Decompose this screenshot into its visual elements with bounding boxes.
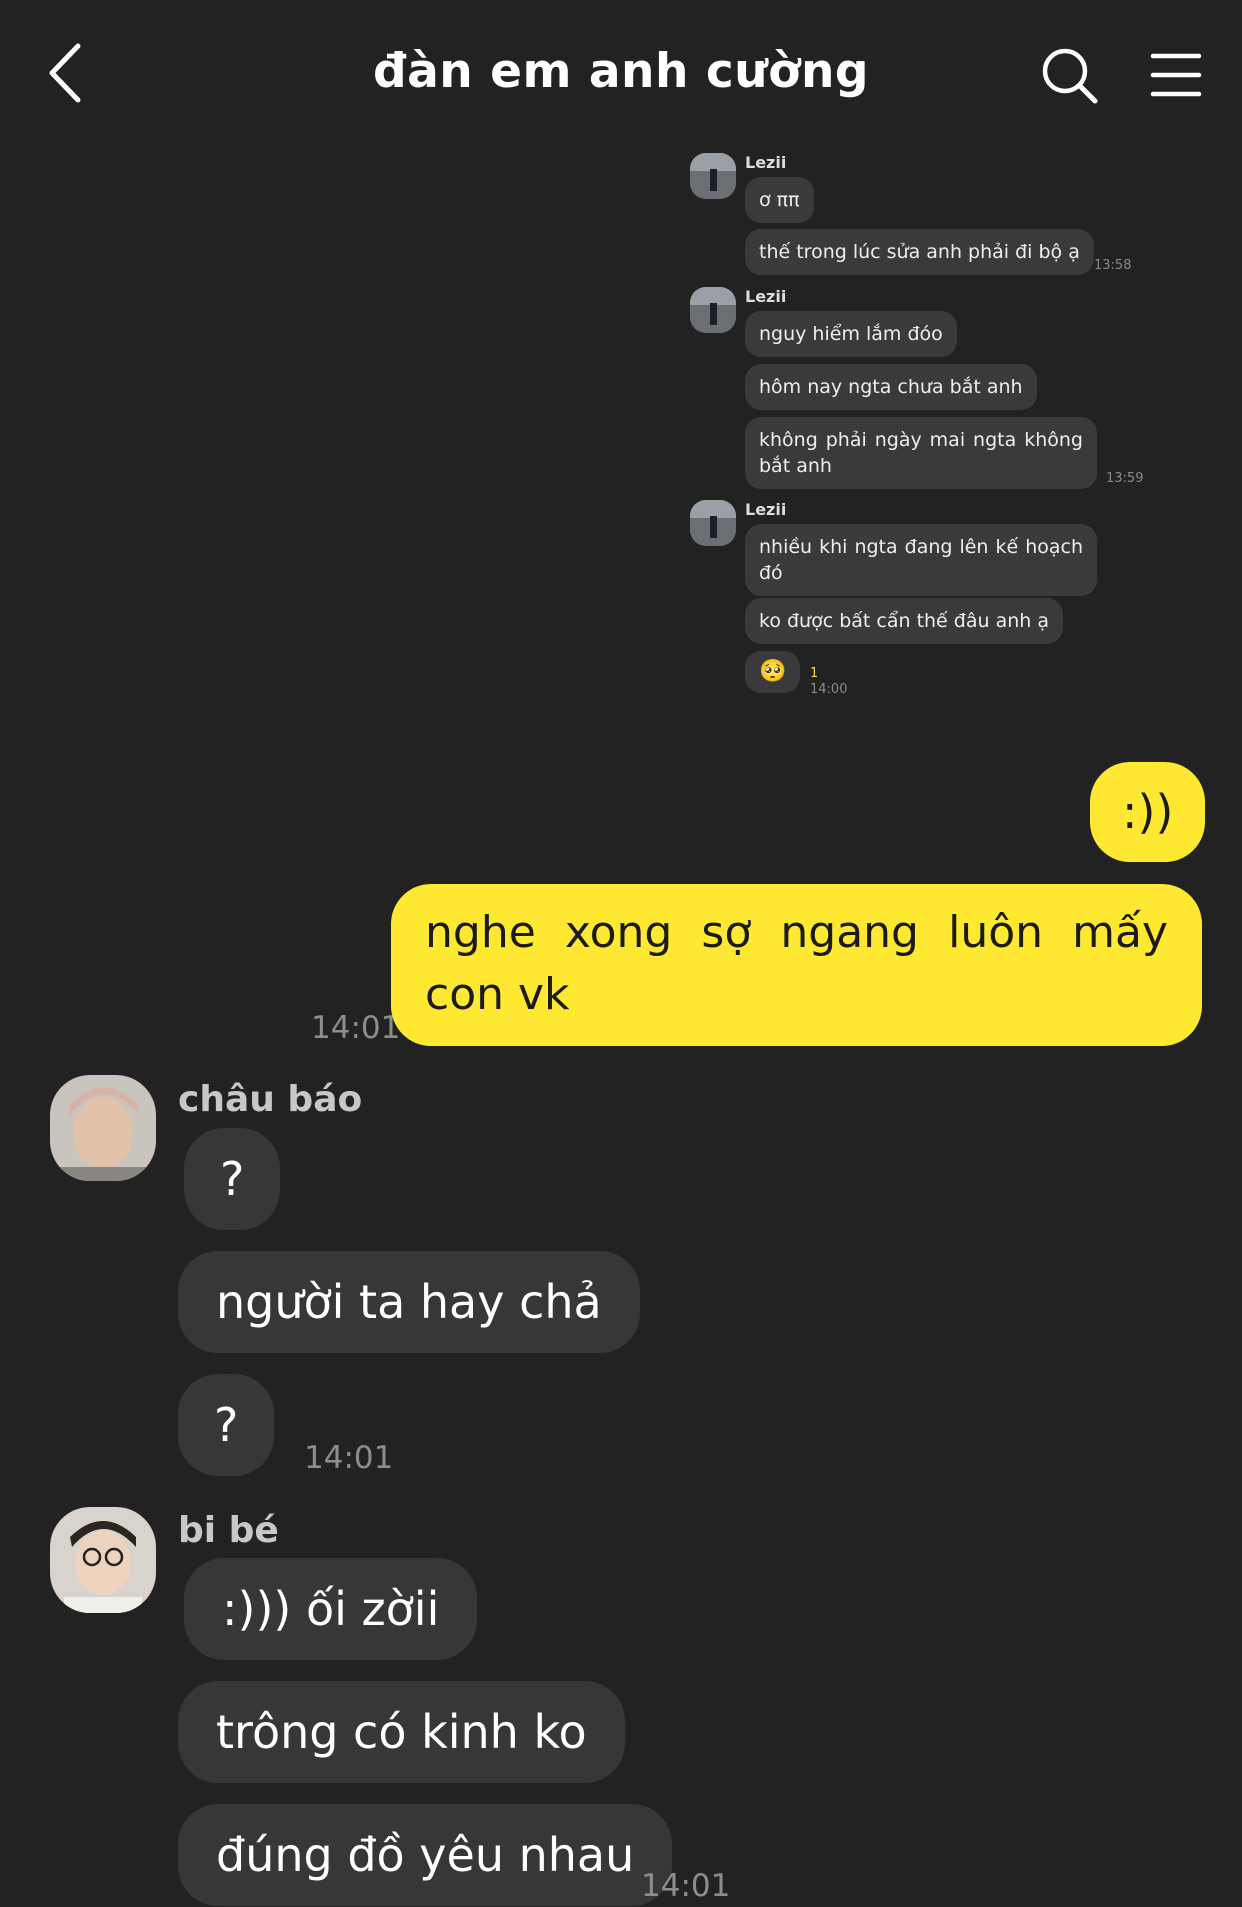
timestamp: 13:59: [1106, 471, 1144, 486]
avatar: [690, 287, 736, 333]
unread-count: 1: [810, 666, 819, 681]
message-bubble: không phải ngày mai ngta không bắt anh: [745, 417, 1097, 489]
message-bubble: ơ ππ: [745, 177, 814, 223]
incoming-message: ?: [184, 1128, 281, 1230]
sender-name: châu báo: [178, 1079, 363, 1120]
message-bubble: hôm nay ngta chưa bắt anh: [745, 364, 1037, 410]
sender-name: Lezii: [745, 287, 787, 306]
sender-name: Lezii: [745, 153, 787, 172]
sender-name: bi bé: [178, 1510, 279, 1551]
avatar-bi-be[interactable]: [50, 1507, 156, 1613]
incoming-message: trông có kinh ko: [178, 1681, 625, 1783]
menu-icon[interactable]: [1150, 52, 1202, 98]
message-bubble: nguy hiểm lắm đóo: [745, 311, 957, 357]
incoming-message: người ta hay chả: [178, 1251, 640, 1353]
outgoing-message: :)): [1090, 762, 1206, 862]
timestamp: 13:58: [1094, 258, 1132, 273]
incoming-message: :))) ối zờii: [184, 1558, 478, 1660]
chat-header: đàn em anh cường: [0, 0, 1242, 150]
incoming-message: đúng đồ yêu nhau: [178, 1804, 673, 1906]
message-bubble: ko được bất cẩn thế đâu anh ạ: [745, 598, 1063, 644]
outgoing-message: nghe xong sợ ngang luôn mấy con vk: [391, 884, 1202, 1046]
message-time: 14:01: [641, 1868, 731, 1904]
emoji-message: 🥺: [745, 651, 801, 693]
sender-name: Lezii: [745, 500, 787, 519]
message-time: 14:01: [311, 1010, 401, 1046]
timestamp: 14:00: [810, 682, 848, 697]
avatar: [690, 500, 736, 546]
message-bubble: thế trong lúc sửa anh phải đi bộ ạ: [745, 229, 1094, 275]
incoming-message: ?: [178, 1374, 275, 1476]
shared-screenshot-image[interactable]: Lezii ơ ππ thế trong lúc sửa anh phải đi…: [680, 148, 1160, 708]
avatar-chau-bao[interactable]: [50, 1075, 156, 1181]
message-bubble: nhiều khi ngta đang lên kế hoạch đó: [745, 524, 1097, 596]
search-icon[interactable]: [1040, 46, 1100, 106]
avatar: [690, 153, 736, 199]
message-time: 14:01: [304, 1440, 394, 1476]
